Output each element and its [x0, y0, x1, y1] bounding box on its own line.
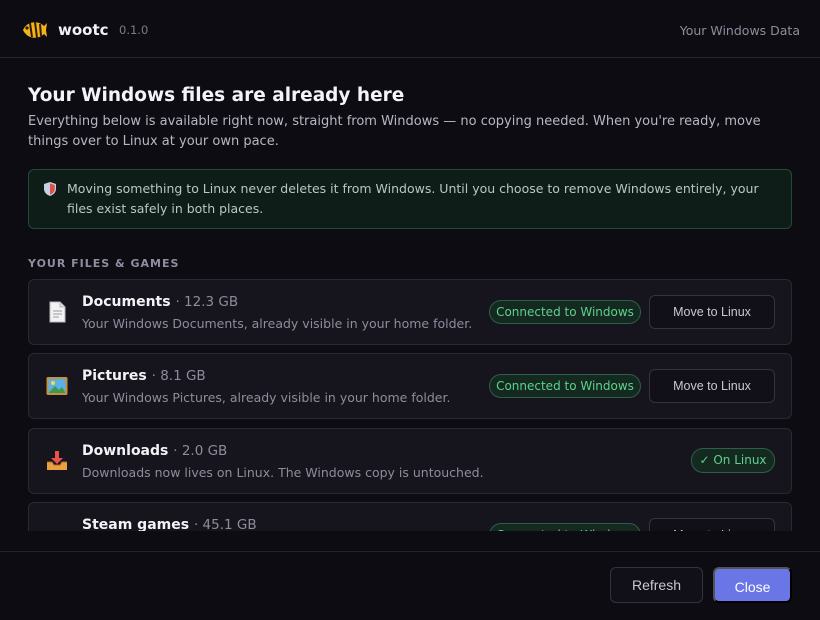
app-version: 0.1.0 [119, 23, 149, 37]
list-item-steam-games: Steam games · 45.1 GB Connected to Windo… [28, 502, 792, 531]
move-to-linux-button[interactable]: Move to Linux [649, 295, 775, 329]
list-item-downloads: Downloads · 2.0 GB Downloads now lives o… [28, 428, 792, 494]
status-badge: Connected to Windows [489, 523, 641, 531]
item-size: · 8.1 GB [151, 368, 206, 384]
inbox-tray-icon [47, 451, 67, 470]
picture-icon [46, 377, 68, 395]
item-name: Documents · 12.3 GB [82, 294, 238, 310]
shield-icon [44, 182, 56, 196]
status-badge: Connected to Windows [489, 374, 641, 398]
section-context-label: Your Windows Data [679, 23, 800, 38]
item-title: Downloads [82, 443, 169, 459]
close-button[interactable]: Close [713, 567, 792, 603]
on-linux-badge: ✓ On Linux [691, 448, 775, 473]
main-content[interactable]: Your Windows files are already here Ever… [28, 58, 792, 531]
section-label: YOUR FILES & GAMES [28, 257, 180, 270]
item-name: Downloads · 2.0 GB [82, 443, 227, 459]
item-description: Your Windows Documents, already visible … [82, 316, 473, 331]
page-subtitle: Everything below is available right now,… [28, 114, 761, 149]
safety-notice-text: Moving something to Linux never deletes … [67, 181, 759, 216]
item-name: Pictures · 8.1 GB [82, 368, 206, 384]
item-title: Documents [82, 294, 171, 310]
game-controller-icon [45, 523, 69, 531]
refresh-button[interactable]: Refresh [610, 567, 703, 603]
list-item-pictures: Pictures · 8.1 GB Your Windows Pictures,… [28, 353, 792, 419]
item-description: Your Windows Pictures, already visible i… [82, 390, 451, 405]
document-icon [49, 301, 66, 323]
item-description: Downloads now lives on Linux. The Window… [82, 465, 484, 480]
dialog-footer: Refresh Close [0, 551, 820, 620]
top-bar: wootc 0.1.0 Your Windows Data [0, 0, 820, 58]
status-badge: Connected to Windows [489, 300, 641, 324]
page-title: Your Windows files are already here [28, 85, 405, 106]
move-to-linux-button[interactable]: Move to Linux [649, 518, 775, 531]
move-to-linux-button[interactable]: Move to Linux [649, 369, 775, 403]
item-size: · 2.0 GB [173, 443, 228, 459]
item-title: Pictures [82, 368, 147, 384]
fish-icon [23, 21, 47, 39]
app-name: wootc [58, 21, 109, 39]
item-name: Steam games · 45.1 GB [82, 517, 257, 531]
list-item-documents: Documents · 12.3 GB Your Windows Documen… [28, 279, 792, 345]
item-size: · 12.3 GB [175, 294, 239, 310]
item-size: · 45.1 GB [193, 517, 257, 531]
safety-notice: Moving something to Linux never deletes … [28, 169, 792, 229]
item-title: Steam games [82, 517, 190, 531]
